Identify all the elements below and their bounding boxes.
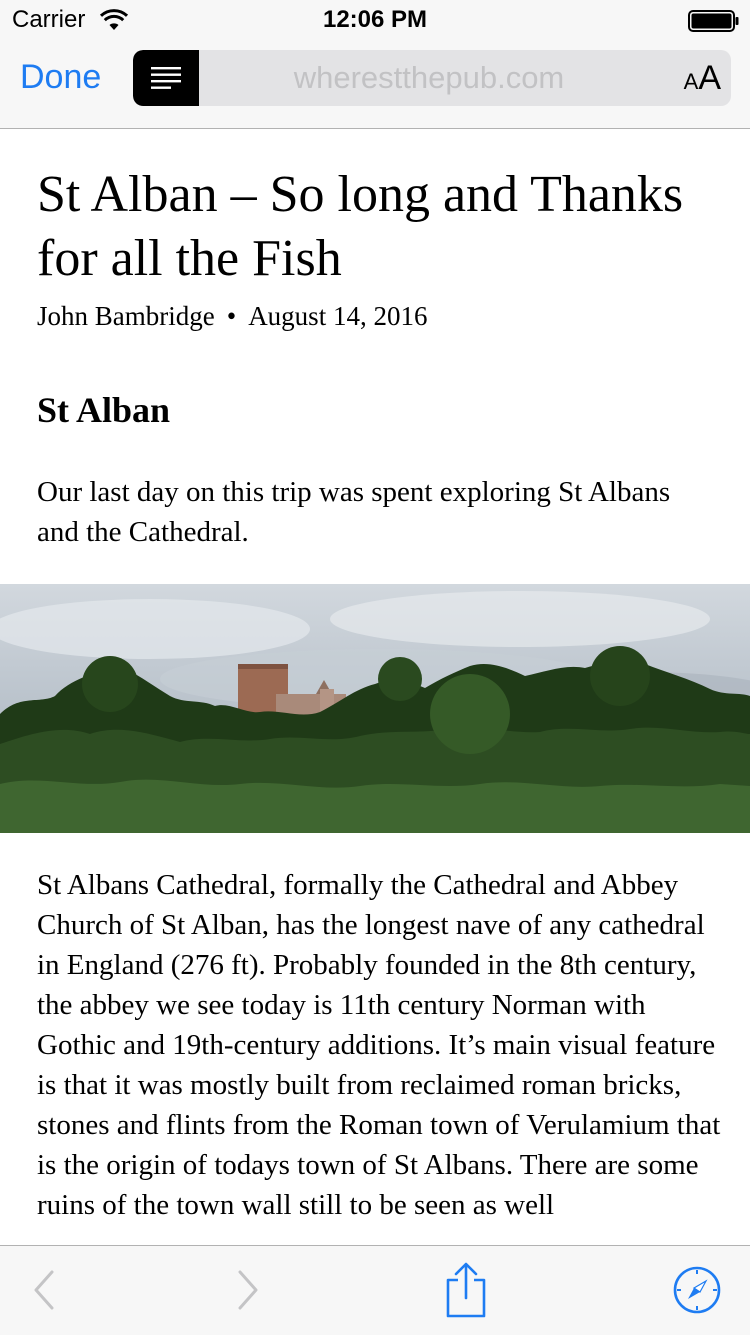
address-bar[interactable]: wherestthepub.com AA [133,50,731,106]
body-paragraph: St Albans Cathedral, formally the Cathed… [37,869,721,1221]
reader-view-button[interactable] [133,50,199,106]
section-heading: St Alban [37,390,171,430]
reader-view-icon [151,67,181,89]
address-text: wherestthepub.com [293,60,565,95]
bottom-toolbar [0,1245,750,1335]
article-title: St Alban – So long and Thanks for all th… [37,166,684,287]
text-size-small-label: A [683,69,699,94]
status-time: 12:06 PM [322,6,428,33]
cathedral-photo [0,584,750,833]
text-size-large-label: A [698,59,721,97]
back-icon[interactable] [30,1268,56,1312]
article-date: August 14, 2016 [248,301,428,331]
battery-icon [688,10,739,32]
reader-nav-bar: Done wherestthepub.com AA [0,40,750,129]
forward-icon[interactable] [236,1268,262,1312]
text-size-button[interactable]: AA [684,50,721,106]
article-author: John Bambridge [37,301,215,331]
compass-icon[interactable] [672,1265,722,1315]
intro-paragraph: Our last day on this trip was spent expl… [37,476,671,548]
article-byline: John Bambridge • August 14, 2016 [37,301,427,332]
share-icon[interactable] [444,1262,488,1318]
done-button[interactable]: Done [20,58,101,97]
status-bar: Carrier 12:06 PM [0,0,750,40]
byline-separator: • [226,301,237,331]
